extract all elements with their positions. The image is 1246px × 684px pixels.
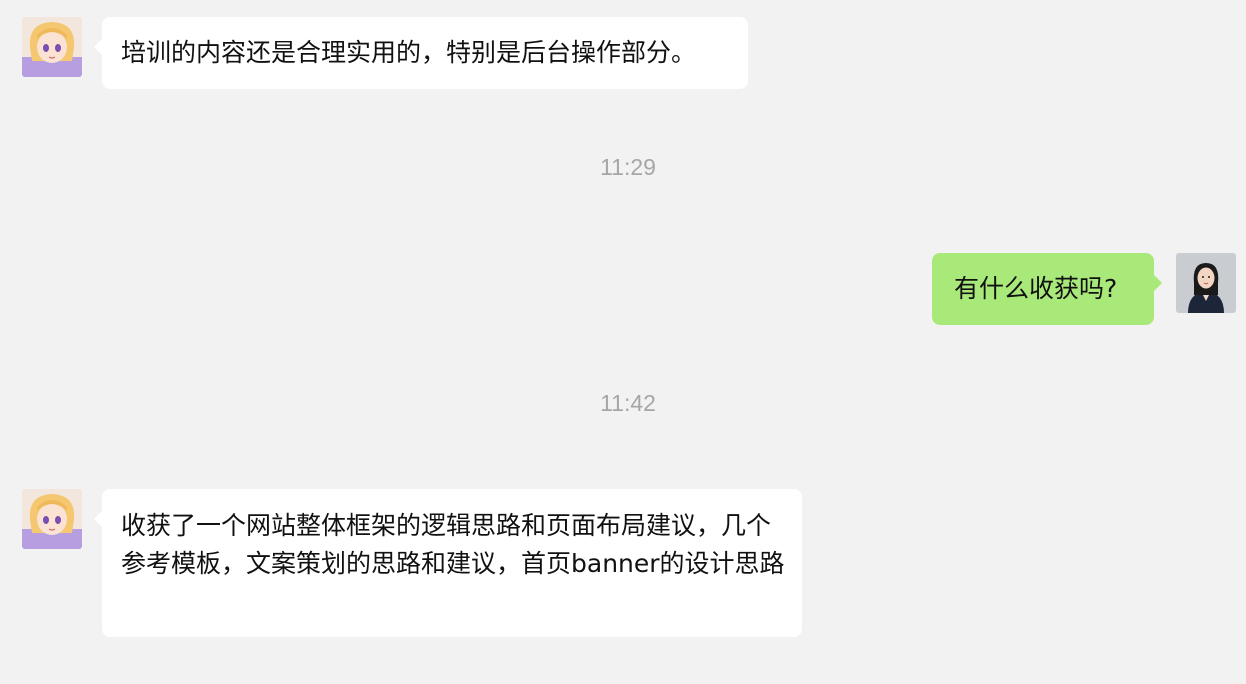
message-text: 培训的内容还是合理实用的，特别是后台操作部分。 (121, 38, 697, 67)
timestamp: 11:42 (600, 390, 656, 416)
message-bubble-incoming[interactable]: 收获了一个网站整体框架的逻辑思路和页面布局建议，几个参考模板，文案策划的思路和建… (94, 489, 802, 637)
message-bubble-incoming[interactable]: 培训的内容还是合理实用的，特别是后台操作部分。 (94, 17, 748, 89)
contact-avatar[interactable] (22, 489, 82, 549)
message-bubble-outgoing[interactable]: 有什么收获吗? (932, 253, 1162, 325)
anime-girl-avatar-icon (22, 489, 82, 549)
contact-avatar[interactable] (22, 17, 82, 77)
timestamp: 11:29 (600, 154, 656, 180)
message-text: 收获了一个网站整体框架的逻辑思路和页面布局建议，几个参考模板，文案策划的思路和建… (121, 511, 785, 578)
anime-girl-avatar-icon (22, 17, 82, 77)
message-text: 有什么收获吗? (954, 274, 1118, 303)
woman-photo-avatar-icon (1176, 253, 1236, 313)
self-avatar[interactable] (1176, 253, 1236, 313)
